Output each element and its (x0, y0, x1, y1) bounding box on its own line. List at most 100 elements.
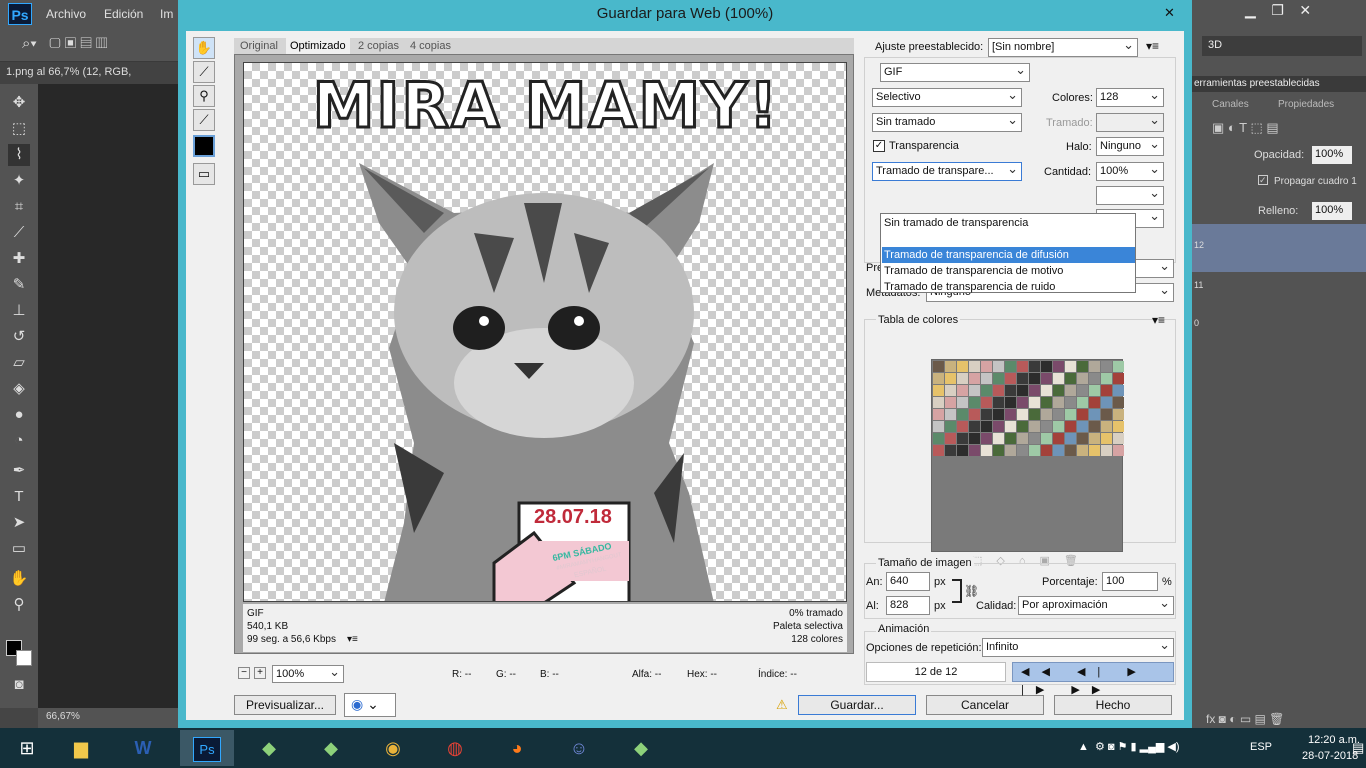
palette-swatch[interactable] (1077, 433, 1088, 444)
palette-swatch[interactable] (1101, 385, 1112, 396)
file-explorer-icon[interactable]: ▆ (54, 730, 108, 766)
notifications-icon[interactable]: ▤ (1352, 740, 1364, 756)
tab-2-copias[interactable]: 2 copias (354, 38, 403, 54)
tab-propiedades[interactable]: Propiedades (1278, 99, 1334, 110)
brush-icon[interactable]: ✎ (8, 274, 30, 296)
palette-swatch[interactable] (1041, 421, 1052, 432)
palette-swatch[interactable] (969, 421, 980, 432)
chain-link-icon[interactable]: ⛓ (964, 584, 979, 598)
palette-swatch[interactable] (1029, 361, 1040, 372)
game-icon[interactable]: ◉ (366, 730, 420, 766)
palette-swatch[interactable] (1065, 409, 1076, 420)
selected-layer[interactable] (1192, 224, 1366, 272)
palette-swatch[interactable] (1113, 409, 1124, 420)
tab-4-copias[interactable]: 4 copias (406, 38, 455, 54)
palette-swatch[interactable] (969, 373, 980, 384)
palette-swatch[interactable] (1029, 409, 1040, 420)
preset-menu-icon[interactable]: ▾≡ (1146, 39, 1159, 53)
palette-swatch[interactable] (1101, 373, 1112, 384)
info-menu-icon[interactable]: ▾≡ (347, 633, 358, 646)
palette-swatch[interactable] (1113, 433, 1124, 444)
palette-swatch[interactable] (969, 433, 980, 444)
palette-swatch[interactable] (1113, 445, 1124, 456)
palette-swatch[interactable] (1053, 421, 1064, 432)
loop-select[interactable]: Infinito (982, 638, 1174, 657)
palette-swatch[interactable] (957, 445, 968, 456)
palette-swatch[interactable] (1113, 361, 1124, 372)
dd-pattern[interactable]: Tramado de transparencia de motivo (882, 263, 1135, 279)
eyedropper-color-swatch[interactable] (193, 135, 215, 157)
dodge-icon[interactable]: ◔ (8, 430, 30, 452)
palette-swatch[interactable] (1041, 409, 1052, 420)
dd-no-dither[interactable]: Sin tramado de transparencia (882, 215, 1135, 231)
palette-swatch[interactable] (1041, 433, 1052, 444)
background-color[interactable] (16, 650, 32, 666)
preview-image[interactable]: MIRA MAMY! 28.07.18 6PM SÁBADO #MIRAMAMY… (243, 62, 847, 602)
marquee-tool-icon[interactable]: ⬚ (8, 118, 30, 140)
palette-swatch[interactable] (1005, 385, 1016, 396)
palette-swatch[interactable] (969, 397, 980, 408)
zoom-icon[interactable]: ⚲ (8, 594, 30, 616)
tab-canales[interactable]: Canales (1212, 99, 1249, 110)
palette-swatch[interactable] (1113, 421, 1124, 432)
palette-swatch[interactable] (1077, 385, 1088, 396)
palette-swatch[interactable] (1017, 361, 1028, 372)
palette-swatch[interactable] (957, 373, 968, 384)
zoom-out-button[interactable]: − (238, 667, 250, 679)
palette-swatch[interactable] (1089, 433, 1100, 444)
palette-swatch[interactable] (1005, 421, 1016, 432)
palette-swatch[interactable] (1029, 445, 1040, 456)
palette-swatch[interactable] (981, 361, 992, 372)
palette-swatch[interactable] (1077, 373, 1088, 384)
palette-swatch[interactable] (957, 421, 968, 432)
zoom-select[interactable]: 100% (272, 665, 344, 683)
palette-swatch[interactable] (981, 445, 992, 456)
palette-swatch[interactable] (1017, 445, 1028, 456)
palette-swatch[interactable] (945, 433, 956, 444)
palette-swatch[interactable] (981, 397, 992, 408)
palette-swatch[interactable] (993, 361, 1004, 372)
word-icon[interactable]: W (116, 730, 170, 766)
history-brush-icon[interactable]: ↺ (8, 326, 30, 348)
palette-swatch[interactable] (957, 361, 968, 372)
app-icon[interactable]: ◆ (304, 730, 358, 766)
palette-swatch[interactable] (1053, 361, 1064, 372)
palette-swatch[interactable] (1101, 433, 1112, 444)
magic-wand-icon[interactable]: ✦ (8, 170, 30, 192)
preview-button[interactable]: Previsualizar... (234, 695, 336, 715)
save-button[interactable]: Guardar... (798, 695, 916, 715)
layer-actions-icons[interactable]: fx ◙ ◐ ▭ ▤ 🗑 (1206, 712, 1284, 726)
halo-select[interactable]: Ninguno (1096, 137, 1164, 156)
window-controls[interactable]: ▁ ❐ ✕ (1245, 2, 1311, 19)
palette-swatch[interactable] (1065, 361, 1076, 372)
palette-swatch[interactable] (957, 433, 968, 444)
palette-swatch[interactable] (1065, 373, 1076, 384)
palette-swatch[interactable] (981, 433, 992, 444)
palette-swatch[interactable] (1101, 361, 1112, 372)
palette-swatch[interactable] (1017, 409, 1028, 420)
workspace-select[interactable]: 3D (1202, 36, 1362, 56)
firefox-icon[interactable]: ◕ (490, 730, 544, 766)
palette-swatch[interactable] (1065, 397, 1076, 408)
preset-select[interactable]: [Sin nombre] (988, 38, 1138, 57)
blur-icon[interactable]: ● (8, 404, 30, 426)
hand-icon[interactable]: ✋ (8, 568, 30, 590)
palette-swatch[interactable] (969, 385, 980, 396)
zoom-tool-icon[interactable]: ⚲ (193, 85, 215, 107)
palette-swatch[interactable] (933, 421, 944, 432)
hidden-select-1[interactable] (1096, 186, 1164, 205)
palette-swatch[interactable] (981, 385, 992, 396)
palette-swatch[interactable] (1005, 361, 1016, 372)
palette-swatch[interactable] (993, 433, 1004, 444)
dither-select[interactable]: Sin tramado (872, 113, 1022, 132)
palette-swatch[interactable] (1089, 445, 1100, 456)
palette-swatch[interactable] (933, 433, 944, 444)
palette-swatch[interactable] (1005, 445, 1016, 456)
windows-start-icon[interactable]: ⊞ (0, 730, 54, 766)
slice-select-icon[interactable]: ⟋ (193, 61, 215, 83)
palette-swatch[interactable] (1017, 421, 1028, 432)
palette-swatch[interactable] (969, 361, 980, 372)
document-tab[interactable]: 1.png al 66,7% (12, RGB, (0, 62, 178, 84)
app-icon[interactable]: ◆ (242, 730, 296, 766)
clock-date[interactable]: 28-07-2018 (1302, 750, 1358, 762)
